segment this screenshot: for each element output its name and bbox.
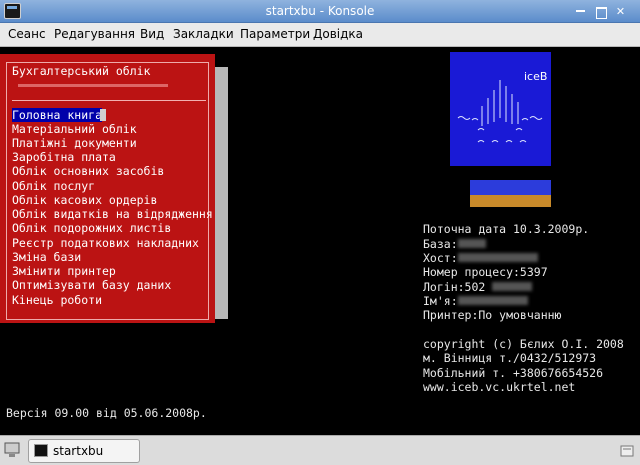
city-phone: м. Вінниця т./0432/512973	[423, 351, 597, 365]
taskbar-task-startxbu[interactable]: startxbu	[28, 439, 140, 463]
redacted-name	[457, 296, 528, 305]
menu-title: Бухгалтерський облік	[12, 64, 151, 78]
info-process: Номер процесу:5397	[423, 265, 548, 279]
terminal-icon	[34, 444, 48, 457]
logo-stripe-orange	[470, 195, 551, 207]
mobile-phone: Мобільний т. +380676654526	[423, 366, 604, 380]
menu-item-general-ledger[interactable]: Головна книга	[12, 108, 103, 123]
menu-edit[interactable]: Редагування	[54, 27, 135, 41]
taskbar-task-label: startxbu	[53, 444, 104, 458]
iceb-logo: iceB	[450, 52, 551, 166]
current-date: Поточна дата 10.3.2009р.	[423, 222, 590, 236]
menu-item-salary[interactable]: Заробітна плата	[12, 150, 116, 164]
menu-title-redacted	[18, 84, 168, 87]
redacted-host	[457, 253, 538, 262]
info-printer: Принтер:По умовчанню	[423, 308, 562, 322]
menubar: Сеанс Редагування Вид Закладки Параметри…	[0, 23, 640, 47]
menu-item-material[interactable]: Матеріальний облік	[12, 122, 137, 136]
menu-item-services[interactable]: Облік послуг	[12, 179, 95, 193]
version-text: Версія 09.00 від 05.06.2008р.	[6, 406, 207, 420]
taskbar: startxbu	[0, 435, 640, 465]
redacted-login	[492, 282, 533, 291]
menu-separator	[12, 100, 206, 101]
window-title: startxbu - Konsole	[265, 4, 375, 18]
info-name: Ім'я:	[423, 294, 528, 308]
menu-help[interactable]: Довідка	[313, 27, 363, 41]
menu-item-payments[interactable]: Платіжні документи	[12, 136, 137, 150]
redacted-base	[457, 239, 486, 248]
menu-item-optimize-db[interactable]: Оптимізувати базу даних	[12, 278, 171, 292]
website: www.iceb.vc.ukrtel.net	[423, 380, 576, 394]
info-login: Логін:502	[423, 280, 533, 294]
menu-view[interactable]: Вид	[140, 27, 164, 41]
menu-item-travel-expenses[interactable]: Облік видатків на відрядження	[12, 207, 213, 221]
menu-item-change-printer[interactable]: Змінити принтер	[12, 264, 116, 278]
menu-item-waybills[interactable]: Облік подорожних листів	[12, 221, 171, 235]
info-host: Хост:	[423, 251, 538, 265]
menu-item-tax-invoices[interactable]: Реєстр податкових накладних	[12, 236, 199, 250]
menu-shadow	[214, 67, 228, 319]
maximize-button[interactable]	[592, 3, 609, 20]
menu-settings[interactable]: Параметри	[240, 27, 310, 41]
minimize-button[interactable]	[572, 3, 589, 20]
close-button[interactable]: ✕	[612, 3, 629, 20]
menu-session[interactable]: Сеанс	[8, 27, 46, 41]
window-titlebar[interactable]: startxbu - Konsole ✕	[0, 0, 640, 23]
menu-item-change-base[interactable]: Зміна бази	[12, 250, 81, 264]
text-cursor	[100, 109, 106, 121]
info-base: База:	[423, 237, 486, 251]
copyright-text: copyright (c) Бєлих О.І. 2008	[423, 337, 624, 351]
menu-bookmarks[interactable]: Закладки	[173, 27, 234, 41]
main-menu-panel: Бухгалтерський облік Головна книга Матер…	[0, 54, 215, 323]
taskbar-show-desktop-icon[interactable]	[4, 441, 20, 459]
menu-item-cash-orders[interactable]: Облік касових ордерів	[12, 193, 157, 207]
menu-item-exit[interactable]: Кінець роботи	[12, 293, 102, 307]
taskbar-tray-icon[interactable]	[620, 444, 634, 458]
logo-graphic	[457, 80, 543, 143]
menu-item-fixed-assets[interactable]: Облік основних засобів	[12, 164, 164, 178]
terminal-area[interactable]: Бухгалтерський облік Головна книга Матер…	[0, 48, 640, 435]
logo-stripe-blue	[470, 180, 551, 195]
